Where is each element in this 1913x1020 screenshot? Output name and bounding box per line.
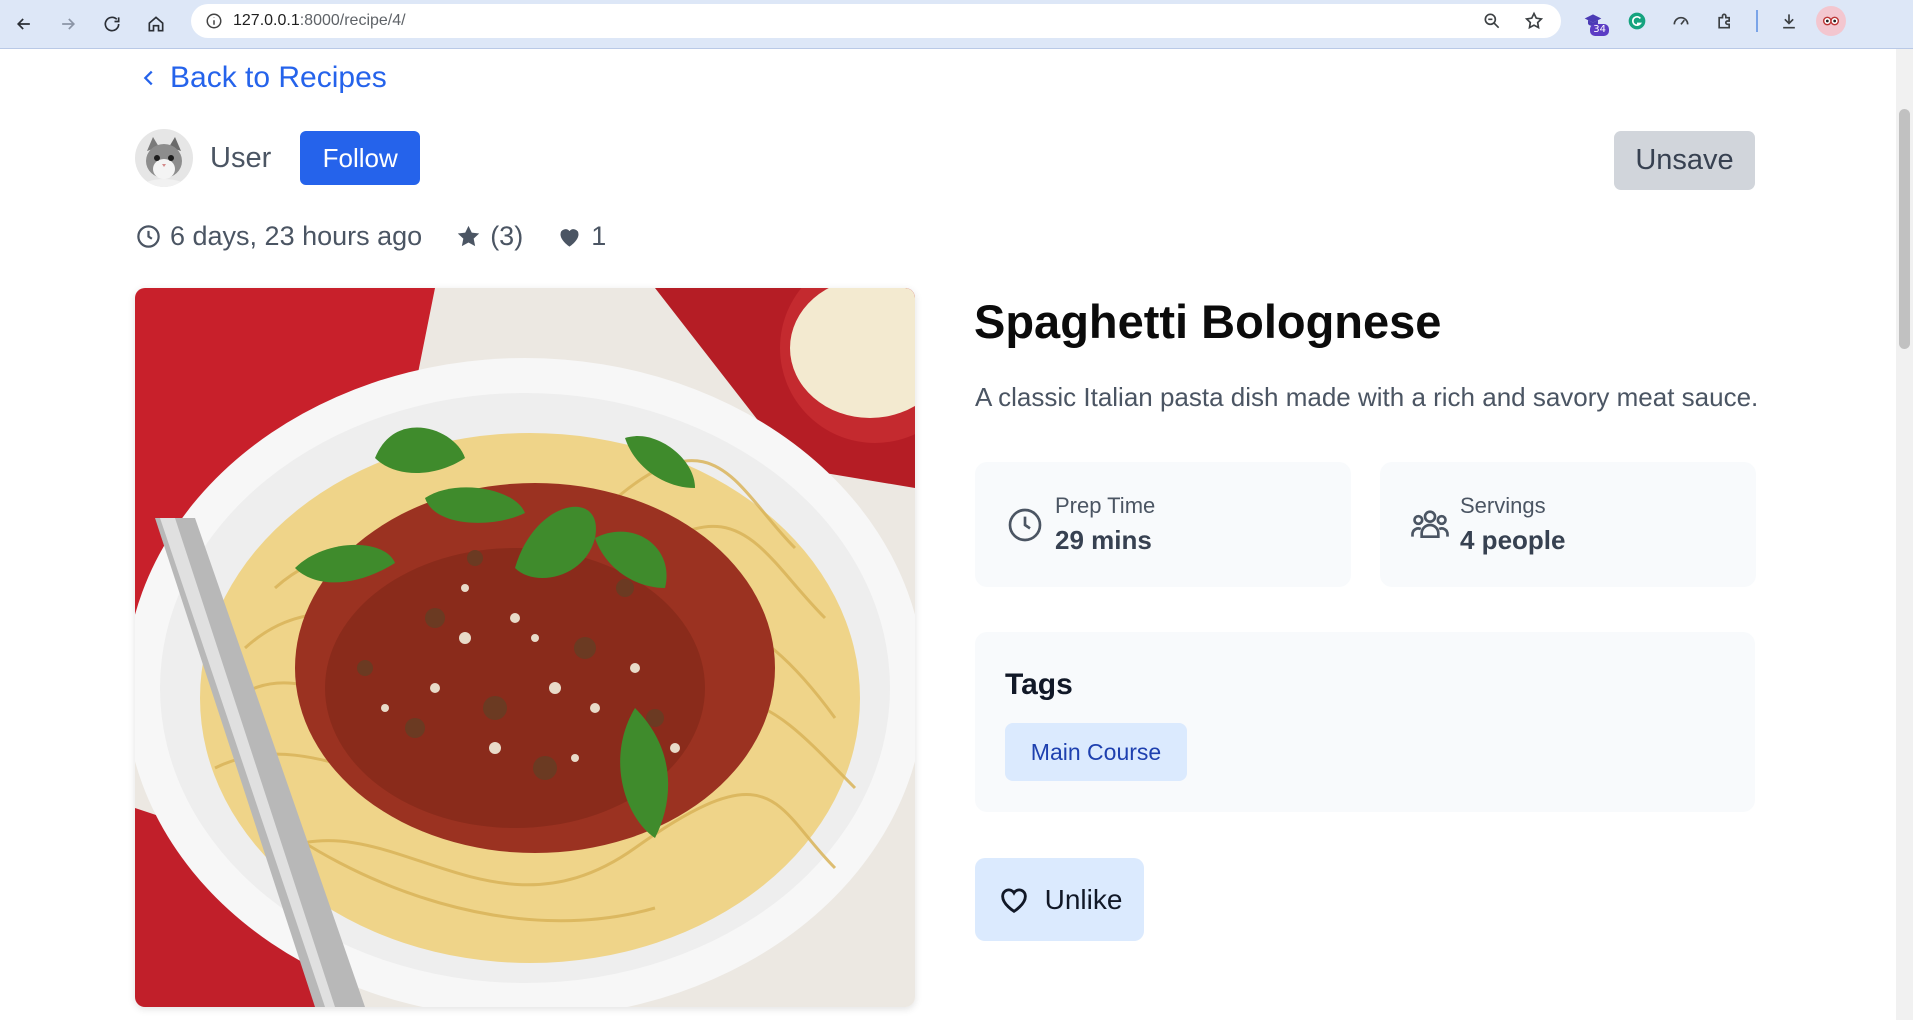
likes: 1 xyxy=(556,221,606,252)
posted-time-text: 6 days, 23 hours ago xyxy=(170,221,423,251)
zoom-icon[interactable] xyxy=(1477,6,1507,36)
rating-count: (3) xyxy=(490,221,524,251)
likes-count: 1 xyxy=(591,221,607,251)
scrollbar-thumb[interactable] xyxy=(1899,109,1910,349)
extensions-puzzle-icon[interactable] xyxy=(1708,4,1742,38)
address-bar[interactable]: 127.0.0.1:8000/recipe/4/ xyxy=(191,4,1561,38)
back-link-label: Back to Recipes xyxy=(170,61,387,94)
url-text: 127.0.0.1:8000/recipe/4/ xyxy=(233,12,406,29)
heart-outline-icon xyxy=(1000,887,1027,913)
heart-icon xyxy=(560,229,579,247)
prep-time-card: Prep Time 29 mins xyxy=(975,462,1351,587)
posted-time: 6 days, 23 hours ago xyxy=(135,221,422,252)
back-to-recipes-link[interactable]: Back to Recipes xyxy=(138,61,387,95)
speed-gauge-extension-icon[interactable] xyxy=(1664,4,1698,38)
servings-value: 4 people xyxy=(1460,525,1566,555)
prep-time-label: Prep Time xyxy=(1055,493,1156,518)
download-icon[interactable] xyxy=(1772,4,1806,38)
page-scrollbar[interactable] xyxy=(1896,49,1913,1020)
tag-chip[interactable]: Main Course xyxy=(1005,723,1187,781)
author-row: User Follow xyxy=(135,129,421,187)
profile-avatar-icon[interactable] xyxy=(1816,6,1846,36)
bookmark-star-icon[interactable] xyxy=(1519,6,1549,36)
browser-toolbar: 127.0.0.1:8000/recipe/4/ 34 xyxy=(0,0,1913,49)
people-icon xyxy=(1411,509,1449,538)
back-arrow-icon[interactable] xyxy=(2,4,46,44)
home-icon[interactable] xyxy=(134,4,178,44)
graduation-cap-extension-icon[interactable]: 34 xyxy=(1576,4,1610,38)
prep-time-value: 29 mins xyxy=(1055,525,1152,555)
servings-label: Servings xyxy=(1460,493,1546,518)
reload-icon[interactable] xyxy=(90,4,134,44)
toolbar-separator xyxy=(1756,10,1758,32)
follow-button[interactable]: Follow xyxy=(300,131,421,185)
star-icon xyxy=(458,225,480,247)
page-content: Back to Recipes User Follow Unsave 6 day… xyxy=(0,49,1896,1020)
grammarly-extension-icon[interactable] xyxy=(1620,4,1654,38)
unlike-label: Unlike xyxy=(1044,883,1123,915)
chevron-left-icon xyxy=(143,70,153,86)
avatar[interactable] xyxy=(135,129,193,187)
extension-badge: 34 xyxy=(1590,24,1609,36)
recipe-description: A classic Italian pasta dish made with a… xyxy=(975,382,1759,412)
unlike-button[interactable]: Unlike xyxy=(975,858,1144,941)
unsave-button[interactable]: Unsave xyxy=(1614,131,1755,190)
tags-section: Tags Main Course xyxy=(975,632,1755,812)
recipe-meta: 6 days, 23 hours ago (3) 1 xyxy=(135,221,606,252)
clock-icon xyxy=(1008,508,1042,541)
clock-icon xyxy=(137,225,160,248)
forward-arrow-icon[interactable] xyxy=(46,4,90,44)
recipe-image xyxy=(135,288,915,1007)
servings-card: Servings 4 people xyxy=(1380,462,1756,587)
rating: (3) xyxy=(455,221,523,252)
author-name[interactable]: User xyxy=(210,142,271,175)
site-info-icon[interactable] xyxy=(195,4,233,38)
recipe-title: Spaghetti Bolognese xyxy=(974,295,1442,348)
tags-heading: Tags xyxy=(1005,668,1073,701)
